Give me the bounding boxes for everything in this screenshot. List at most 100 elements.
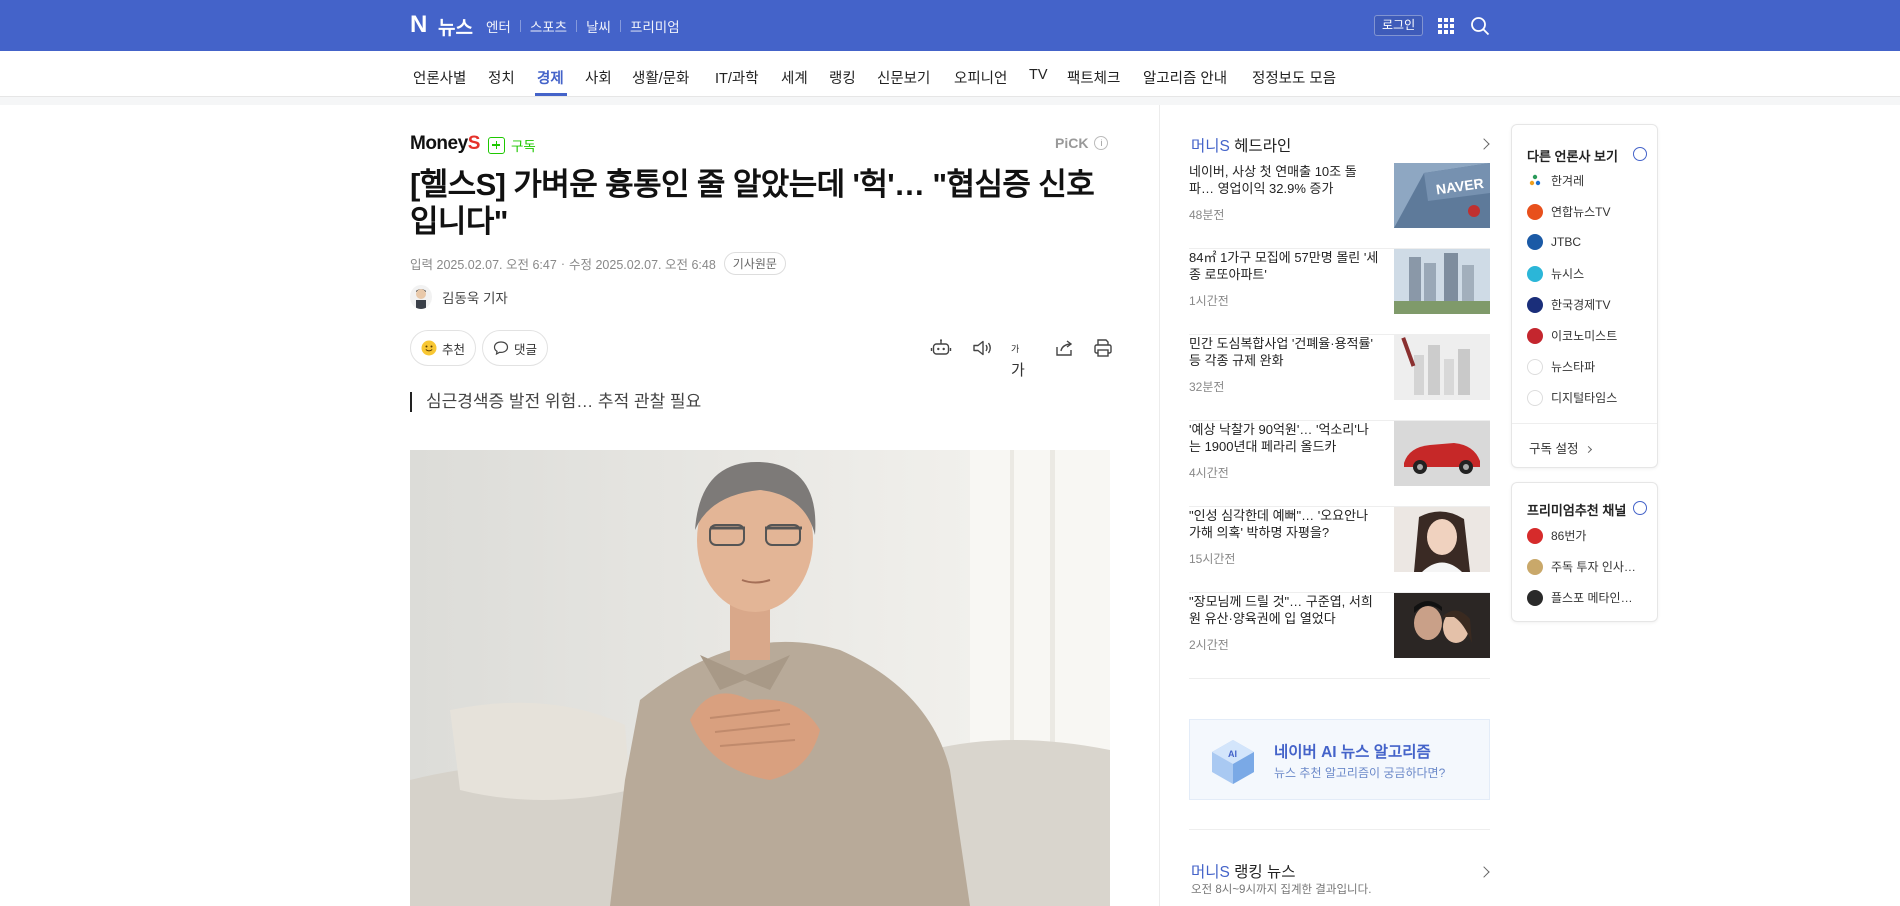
print-icon[interactable] [1092, 337, 1114, 359]
premium-title: 프리미엄추천 채널 [1527, 503, 1627, 518]
press-item-economist[interactable]: 이코노미스트 [1527, 327, 1617, 344]
headline-text: "장모님께 드릴 것"… 구준엽, 서희원 유산·양육권에 입 열었다 [1189, 594, 1373, 626]
link-sports[interactable]: 스포츠 [530, 16, 567, 36]
link-entertainment[interactable]: 엔터 [486, 16, 511, 36]
headline-item[interactable]: 84㎡ 1가구 모집에 57만명 몰린 '세종 로또아파트' 1시간전 [1189, 249, 1490, 335]
link-weather[interactable]: 날씨 [586, 16, 611, 36]
tab-society[interactable]: 사회 [585, 67, 612, 88]
headline-thumbnail: NAVER [1394, 163, 1490, 228]
modified-date: 2025.02.07. 오전 6:48 [595, 258, 716, 272]
press-logo-icon [1527, 203, 1543, 220]
tab-economy[interactable]: 경제 [537, 67, 564, 88]
headline-text: 84㎡ 1가구 모집에 57만명 몰린 '세종 로또아파트' [1189, 250, 1379, 282]
font-size-button[interactable]: 가가 [1011, 337, 1033, 379]
press-logo-icon [1527, 389, 1543, 406]
chevron-right-icon [1584, 446, 1593, 454]
modified-label: 수정 [568, 258, 592, 272]
link-premium[interactable]: 프리미엄 [630, 16, 680, 36]
press-logo-icon [1527, 234, 1543, 250]
divider [576, 20, 578, 32]
subscribe-button[interactable]: 구독 [488, 135, 536, 155]
premium-item[interactable]: 플스포 메타인… [1527, 589, 1633, 606]
column-divider [1159, 105, 1160, 906]
headline-item[interactable]: 민간 도심복합사업 '건폐율·용적률' 등 각종 규제 완화 32분전 [1189, 335, 1490, 421]
chevron-right-icon[interactable] [1478, 138, 1490, 150]
headline-time: 4시간전 [1189, 466, 1229, 480]
ai-banner-title: 네이버 AI 뉴스 알고리즘 [1274, 744, 1431, 761]
ranking-section-title[interactable]: 머니S 랭킹 뉴스 [1191, 860, 1296, 882]
input-label: 입력 [410, 258, 434, 272]
comment-icon [493, 341, 509, 356]
article-summary: 심근경색증 발전 위험… 추적 관찰 필요 [410, 392, 701, 412]
article-photo [410, 450, 1110, 906]
reporter-avatar [410, 285, 432, 309]
login-button[interactable]: 로그인 [1374, 15, 1424, 36]
headline-thumbnail [1394, 421, 1490, 486]
tab-politics[interactable]: 정치 [488, 67, 515, 88]
reporter[interactable]: 김동욱 기자 [410, 285, 508, 309]
original-article-link[interactable]: 기사원문 [723, 252, 786, 275]
tab-factcheck[interactable]: 팩트체크 [1067, 67, 1120, 88]
ranking-brand: 머니S [1191, 864, 1230, 881]
font-size-large-glyph: 가 [1011, 362, 1025, 379]
headline-thumbnail [1394, 249, 1490, 314]
premium-channels-box: 프리미엄추천 채널 86번가 주독 투자 인사… 플스포 메타인… [1511, 482, 1658, 622]
headline-time: 2시간전 [1189, 638, 1229, 652]
input-date: 2025.02.07. 오전 6:47 [436, 258, 557, 272]
refresh-icon[interactable] [1633, 501, 1647, 515]
tab-newspaper[interactable]: 신문보기 [877, 67, 930, 88]
divider [519, 20, 521, 32]
press-item-wowtv[interactable]: 한국경제TV [1527, 296, 1611, 313]
robot-summary-icon[interactable] [930, 337, 952, 359]
top-bar: N 뉴스 엔터 스포츠 날씨 프리미엄 로그인 [0, 0, 1900, 51]
premium-item[interactable]: 주독 투자 인사… [1527, 558, 1636, 575]
ai-algorithm-banner[interactable]: AI 네이버 AI 뉴스 알고리즘 뉴스 추천 알고리즘이 궁금하다면? [1189, 719, 1490, 800]
search-icon[interactable] [1470, 16, 1490, 36]
comment-label: 댓글 [514, 342, 538, 357]
other-press-box: 다른 언론사 보기 한겨레 연합뉴스TV JTBC 뉴시스 한국경제TV 이코노… [1511, 124, 1658, 468]
naver-logo[interactable]: N [410, 13, 430, 37]
subscribe-label: 구독 [511, 139, 536, 154]
press-item-dt[interactable]: 디지털타임스 [1527, 389, 1617, 406]
press-item-yonhapnewstv[interactable]: 연합뉴스TV [1527, 203, 1611, 220]
premium-item[interactable]: 86번가 [1527, 527, 1586, 544]
refresh-icon[interactable] [1633, 147, 1647, 161]
ai-banner-subtitle: 뉴스 추천 알고리즘이 궁금하다면? [1274, 766, 1446, 780]
share-icon[interactable] [1053, 337, 1075, 359]
press-logo-icon [1527, 265, 1543, 282]
tab-life-culture[interactable]: 생활/문화 [632, 67, 689, 88]
headline-item[interactable]: '예상 낙찰가 90억원'… '억소리'나는 1900년대 페라리 올드카 4시… [1189, 421, 1490, 507]
headline-time: 32분전 [1189, 380, 1225, 394]
headline-item[interactable]: "장모님께 드릴 것"… 구준엽, 서희원 유산·양육권에 입 열었다 2시간전 [1189, 593, 1490, 679]
subscription-settings-link[interactable]: 구독 설정 [1529, 438, 1593, 457]
tab-press[interactable]: 언론사별 [413, 67, 466, 88]
press-logo[interactable]: MoneyS [410, 133, 480, 155]
speaker-icon[interactable] [971, 337, 993, 359]
tab-ranking[interactable]: 랭킹 [829, 67, 856, 88]
press-item-jtbc[interactable]: JTBC [1527, 234, 1581, 250]
press-logo-icon [1527, 327, 1543, 344]
divider [1512, 423, 1657, 424]
tab-opinion[interactable]: 오피니언 [954, 67, 1007, 88]
chevron-right-icon[interactable] [1478, 866, 1490, 878]
smile-icon [421, 340, 437, 356]
tab-world[interactable]: 세계 [781, 67, 808, 88]
press-item-newstapa[interactable]: 뉴스타파 [1527, 358, 1595, 375]
headline-title: 헤드라인 [1234, 138, 1292, 155]
tab-algorithm[interactable]: 알고리즘 안내 [1143, 67, 1227, 88]
press-item-newsis[interactable]: 뉴시스 [1527, 265, 1584, 282]
grid-menu-icon[interactable] [1438, 18, 1454, 34]
press-item-hani[interactable]: 한겨레 [1527, 172, 1584, 189]
tab-corrections[interactable]: 정정보도 모음 [1252, 67, 1336, 88]
tab-tv[interactable]: TV [1029, 67, 1048, 83]
headline-item[interactable]: "인성 심각한데 예뻐"… '오요안나 가해 의혹' 박하명 자평을? 15시간… [1189, 507, 1490, 593]
headline-section-title[interactable]: 머니S 헤드라인 [1191, 134, 1291, 156]
comment-button[interactable]: 댓글 [482, 330, 549, 366]
headline-item[interactable]: 네이버, 사상 첫 연매출 10조 돌파… 영업이익 32.9% 증가 48분전… [1189, 163, 1490, 249]
news-home-link[interactable]: 뉴스 [438, 13, 473, 40]
ranking-subtitle: 오전 8시~9시까지 집계한 결과입니다. [1191, 884, 1372, 896]
tab-it-science[interactable]: IT/과학 [715, 67, 759, 88]
info-icon[interactable]: i [1094, 136, 1109, 150]
nav-shadow-band [0, 97, 1900, 105]
recommend-button[interactable]: 추천 [410, 330, 477, 366]
